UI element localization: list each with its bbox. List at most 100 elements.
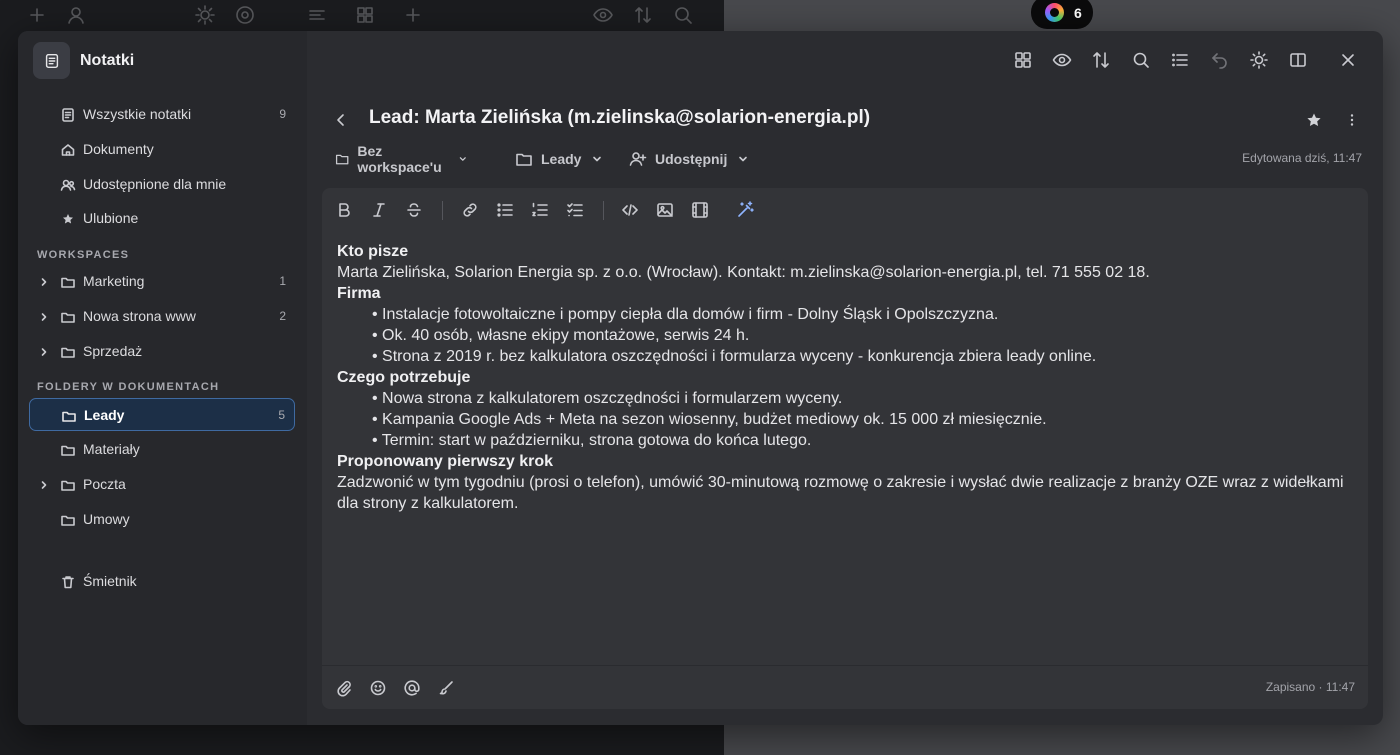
mention-icon[interactable] (403, 679, 421, 697)
attachment-icon[interactable] (335, 679, 353, 697)
eye-icon[interactable] (1052, 50, 1074, 72)
close-icon[interactable] (1338, 50, 1360, 72)
image-icon[interactable] (655, 200, 675, 220)
sidebar-item-marketing[interactable]: Marketing 1 (29, 265, 295, 298)
favorite-star-icon[interactable] (1305, 111, 1323, 129)
saved-status: Zapisano · 11:47 (1265, 680, 1355, 694)
formatting-toolbar (322, 188, 1368, 232)
eye-icon[interactable] (592, 4, 614, 26)
back-arrow-icon[interactable] (332, 111, 350, 129)
sidebar-item-umowy[interactable]: Umowy (29, 503, 295, 536)
notes-logo-icon (33, 42, 70, 79)
share-label: Udostępnij (655, 151, 728, 167)
numbered-list-icon[interactable] (530, 200, 550, 220)
grid-icon[interactable] (354, 4, 376, 26)
folder-icon (60, 274, 76, 290)
list-item: • Termin: start w październiku, strona g… (372, 432, 812, 449)
code-icon[interactable] (620, 200, 640, 220)
sidebar-item-sprzedaz[interactable]: Sprzedaż (29, 335, 295, 368)
sidebar-item-label: Poczta (83, 476, 126, 492)
sidebar-item-materialy[interactable]: Materiały (29, 433, 295, 466)
window-toolbar (307, 50, 1383, 72)
list-icon[interactable] (1170, 50, 1192, 72)
sidebar-item-label: Nowa strona www (83, 308, 196, 324)
list-item: • Strona z 2019 r. bez kalkulatora oszcz… (372, 348, 1097, 365)
note-editor[interactable]: Kto pisze Marta Zielińska, Solarion Ener… (322, 188, 1368, 709)
list-item: • Ok. 40 osób, własne ekipy montażowe, s… (372, 327, 750, 344)
notes-modal: Notatki Wszystkie notatki 9 Dokumenty Ud… (18, 31, 1383, 725)
folder-label: Leady (541, 151, 582, 167)
chevron-down-icon (459, 157, 466, 161)
share-button[interactable]: Udostępnij (629, 148, 757, 170)
more-options-icon[interactable] (1343, 111, 1361, 129)
italic-icon[interactable] (369, 200, 389, 220)
sidebar-item-label: Udostępnione dla mnie (83, 176, 227, 192)
sidebar: Notatki Wszystkie notatki 9 Dokumenty Ud… (18, 31, 307, 725)
plus-icon[interactable] (26, 4, 48, 26)
user-icon[interactable] (65, 4, 87, 26)
chevron-down-icon (739, 156, 748, 162)
folder-icon (60, 477, 76, 493)
heading-firma: Firma (337, 285, 381, 302)
link-icon[interactable] (460, 200, 480, 220)
search-icon[interactable] (1131, 50, 1153, 72)
folder-icon (61, 408, 77, 424)
undo-icon[interactable] (1210, 50, 1232, 72)
sidebar-item-poczta[interactable]: Poczta (29, 468, 295, 501)
sidebar-item-all-notes[interactable]: Wszystkie notatki 9 (29, 98, 295, 131)
heading-czego-potrzebuje: Czego potrzebuje (337, 369, 471, 386)
sidebar-item-favorites[interactable]: Ulubione (29, 202, 295, 235)
note-panel: Lead: Marta Zielińska (m.zielinska@solar… (307, 31, 1383, 725)
users-icon (60, 177, 76, 193)
sun-icon[interactable] (1249, 50, 1271, 72)
sun-icon[interactable] (194, 4, 216, 26)
trash-icon (60, 574, 76, 590)
paragraph-next-step: Zadzwonić w tym tygodniu (prosi o telefo… (337, 474, 1344, 512)
plus-icon[interactable] (402, 4, 424, 26)
chevron-right-icon[interactable] (38, 478, 50, 490)
notification-pill[interactable]: 6 (1031, 0, 1093, 29)
sort-icon[interactable] (632, 4, 654, 26)
sidebar-item-trash[interactable]: Śmietnik (29, 565, 295, 598)
sidebar-item-label: Materiały (83, 441, 140, 457)
checklist-icon[interactable] (565, 200, 585, 220)
filter-icon[interactable] (306, 4, 328, 26)
brush-icon[interactable] (437, 679, 455, 697)
background-toolbar (0, 0, 724, 30)
workspace-select[interactable]: Bez workspace'u (335, 143, 475, 175)
folder-icon (60, 442, 76, 458)
chevron-right-icon[interactable] (38, 310, 50, 322)
sidebar-item-documents[interactable]: Dokumenty (29, 133, 295, 166)
list-item: • Nowa strona z kalkulatorem oszczędnośc… (372, 390, 843, 407)
sidebar-item-nowa-strona[interactable]: Nowa strona www 2 (29, 300, 295, 333)
sidebar-toggle-icon[interactable] (1288, 50, 1310, 72)
add-user-icon (629, 152, 647, 166)
folder-icon (60, 309, 76, 325)
note-title[interactable]: Lead: Marta Zielińska (m.zielinska@solar… (369, 107, 870, 129)
sidebar-item-leady[interactable]: Leady 5 (29, 398, 295, 431)
chevron-right-icon[interactable] (38, 275, 50, 287)
list-item: • Instalacje fotowoltaiczne i pompy ciep… (372, 306, 999, 323)
search-icon[interactable] (672, 4, 694, 26)
bold-icon[interactable] (334, 200, 354, 220)
edited-timestamp: Edytowana dziś, 11:47 (1242, 151, 1362, 165)
folder-select[interactable]: Leady (515, 148, 611, 170)
bullet-list-icon[interactable] (495, 200, 515, 220)
note-content[interactable]: Kto pisze Marta Zielińska, Solarion Ener… (337, 241, 1352, 514)
heading-pierwszy-krok: Proponowany pierwszy krok (337, 453, 554, 470)
workspace-label: Bez workspace'u (357, 143, 442, 175)
strikethrough-icon[interactable] (404, 200, 424, 220)
sort-icon[interactable] (1091, 50, 1113, 72)
sidebar-item-shared[interactable]: Udostępnione dla mnie (29, 168, 295, 201)
chevron-down-icon (593, 156, 602, 162)
paragraph-contact: Marta Zielińska, Solarion Energia sp. z … (337, 264, 1150, 281)
folder-icon (60, 344, 76, 360)
video-icon[interactable] (690, 200, 710, 220)
folders-section-title: FOLDERY W DOKUMENTACH (37, 381, 220, 393)
magic-wand-icon[interactable] (735, 200, 755, 220)
gear-icon[interactable] (234, 4, 256, 26)
emoji-icon[interactable] (369, 679, 387, 697)
grid-icon[interactable] (1013, 50, 1035, 72)
chevron-right-icon[interactable] (38, 345, 50, 357)
sidebar-item-label: Dokumenty (83, 141, 154, 157)
